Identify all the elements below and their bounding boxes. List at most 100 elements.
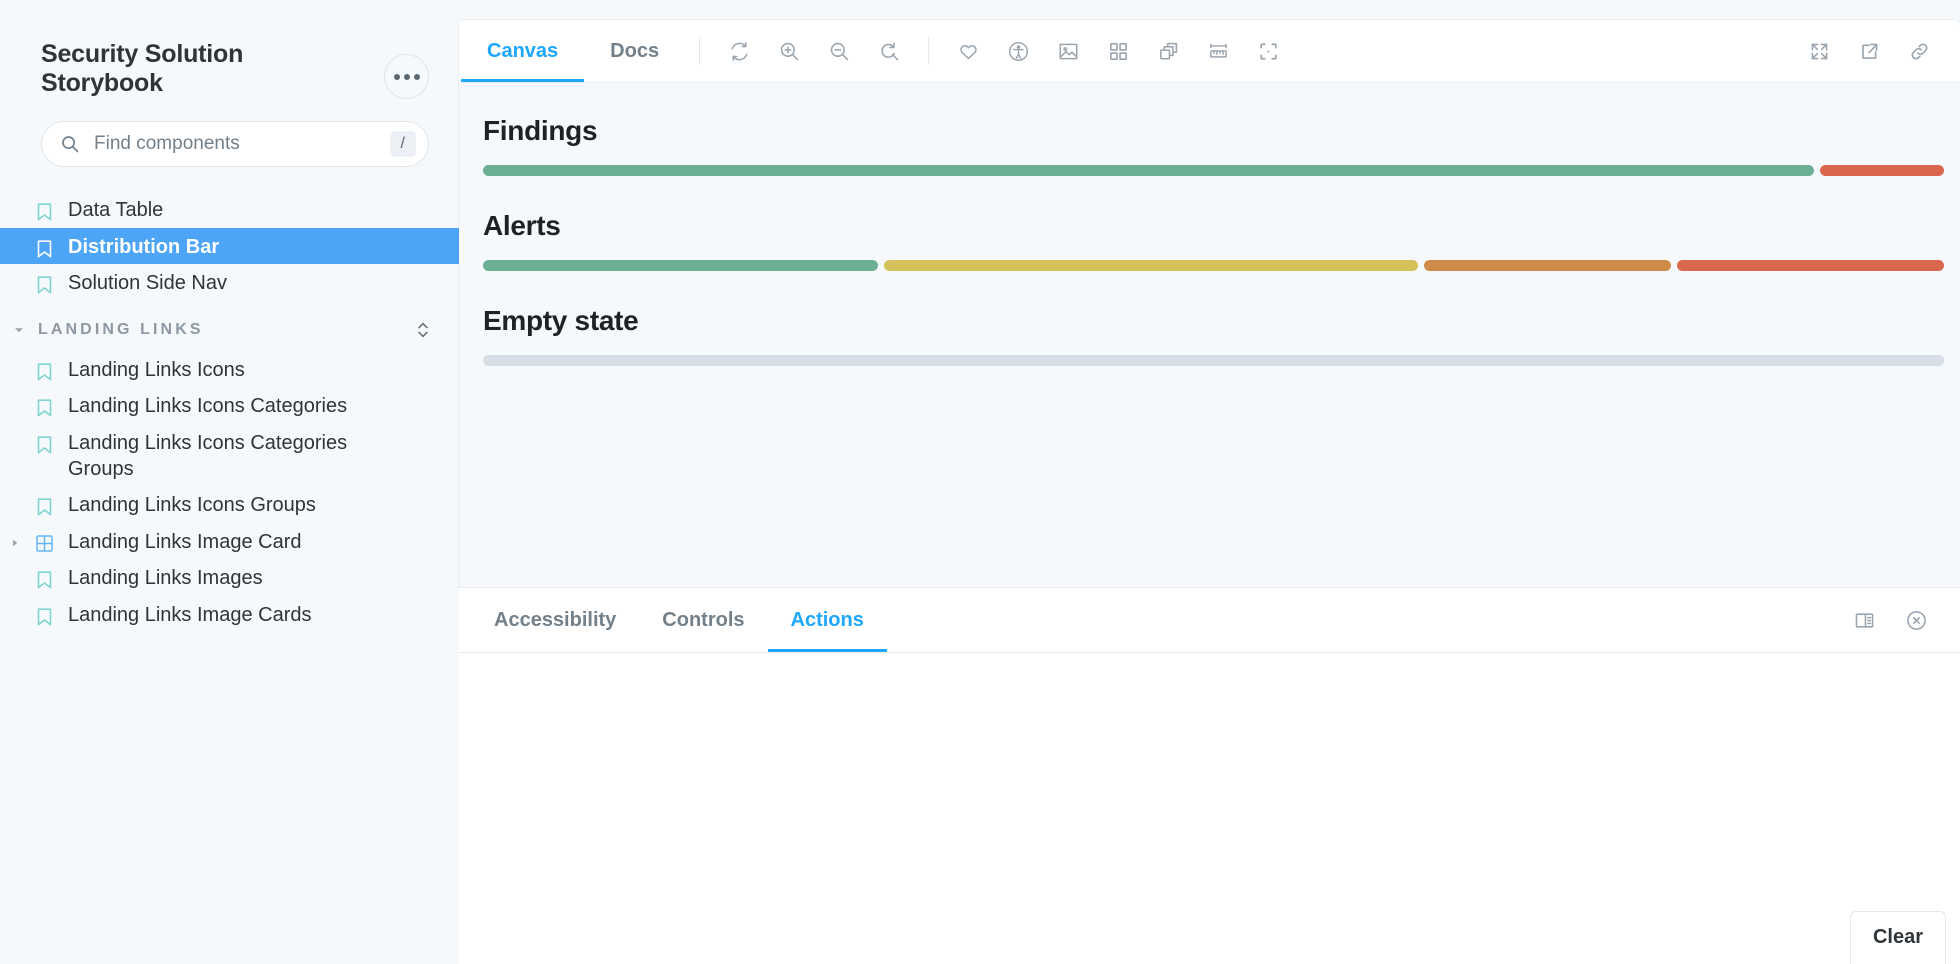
dot-2: [403, 73, 410, 80]
sidebar-item-label: Landing Links Image Card: [68, 530, 302, 553]
tab-canvas[interactable]: Canvas: [461, 20, 585, 82]
sidebar-item-label: Data Table: [68, 199, 164, 221]
close-panel-icon[interactable]: [1890, 588, 1942, 652]
sidebar-item-label: Landing Links Icons Groups: [68, 494, 316, 517]
bookmark-icon: [30, 490, 58, 517]
preview-card: Canvas Docs Findings Alerts Empty state: [459, 20, 1960, 587]
bookmark-icon: [30, 600, 58, 627]
caret-slot: [0, 355, 30, 365]
addon-right-controls: [1838, 588, 1960, 652]
dot-1: [393, 73, 400, 80]
chevron-right-icon[interactable]: [0, 527, 30, 549]
sidebar-item-landing-links-icons-categories[interactable]: Landing Links Icons Categories: [0, 387, 459, 424]
sidebar-group-label: LANDING LINKS: [38, 320, 204, 338]
open-new-tab-icon[interactable]: [1844, 20, 1894, 82]
component-tree: Data Table Distribution Bar Solution Sid…: [0, 191, 459, 964]
story-heading-empty-state: Empty state: [483, 305, 639, 336]
tab-accessibility-label: Accessibility: [494, 608, 617, 631]
panel-position-icon[interactable]: [1838, 588, 1890, 652]
caret-slot: [0, 600, 30, 610]
bar-segment: [1424, 260, 1672, 271]
distribution-bar-empty: [483, 355, 1944, 366]
accessibility-icon[interactable]: [993, 20, 1043, 82]
sidebar-group-landing-links[interactable]: LANDING LINKS: [0, 301, 459, 351]
layers-icon[interactable]: [1143, 20, 1193, 82]
sidebar-header: Security Solution Storybook: [0, 22, 459, 99]
bar-segment: [483, 355, 1944, 366]
tab-controls[interactable]: Controls: [639, 588, 767, 652]
ruler-icon[interactable]: [1193, 20, 1243, 82]
tab-actions-label: Actions: [790, 608, 864, 631]
search-icon: [60, 134, 80, 154]
caret-slot: [0, 232, 30, 242]
bar-segment: [483, 165, 1815, 176]
addon-tab-bar: Accessibility Controls Actions: [459, 588, 1960, 653]
sidebar-item-landing-links-images[interactable]: Landing Links Images: [0, 559, 459, 596]
zoom-out-icon[interactable]: [814, 20, 864, 82]
sidebar-title: Security Solution Storybook: [41, 40, 244, 98]
heart-icon[interactable]: [943, 20, 993, 82]
sidebar-item-distribution-bar[interactable]: Distribution Bar: [0, 227, 459, 265]
background-image-icon[interactable]: [1043, 20, 1093, 82]
component-grid-icon: [30, 527, 58, 553]
sidebar-item-label: Landing Links Image Cards: [68, 603, 312, 626]
outline-icon[interactable]: [1243, 20, 1293, 82]
bar-segment: [1677, 260, 1944, 271]
zoom-in-icon[interactable]: [764, 20, 814, 82]
bookmark-icon: [30, 428, 58, 455]
expand-collapse-icon[interactable]: [415, 319, 431, 341]
sidebar-item-solution-side-nav[interactable]: Solution Side Nav: [0, 264, 459, 301]
tab-controls-label: Controls: [662, 608, 745, 631]
tab-accessibility[interactable]: Accessibility: [471, 588, 639, 652]
zoom-reset-icon[interactable]: [864, 20, 914, 82]
bookmark-icon: [30, 268, 58, 295]
sidebar: Security Solution Storybook /: [0, 0, 459, 964]
search-input[interactable]: [92, 132, 378, 156]
main-area: Canvas Docs Findings Alerts Empty state …: [459, 0, 1960, 964]
caret-slot: [0, 428, 30, 438]
tab-docs-label: Docs: [610, 39, 660, 62]
toolbar-divider: [699, 37, 701, 65]
sidebar-item-landing-links-image-card[interactable]: Landing Links Image Card: [0, 523, 459, 560]
addon-panel-body: Clear: [459, 653, 1960, 964]
storybook-app: Security Solution Storybook /: [0, 0, 1960, 964]
clear-button[interactable]: Clear: [1849, 911, 1946, 964]
sidebar-menu-button[interactable]: [384, 54, 429, 99]
distribution-bar-alerts: [483, 260, 1944, 271]
fullscreen-icon[interactable]: [1794, 20, 1844, 82]
sidebar-item-landing-links-image-cards[interactable]: Landing Links Image Cards: [0, 596, 459, 633]
story-heading-findings: Findings: [483, 115, 598, 146]
sidebar-item-landing-links-icons-groups[interactable]: Landing Links Icons Groups: [0, 486, 459, 523]
bookmark-icon: [30, 195, 58, 222]
toolbar-icon-group-1: [714, 20, 914, 82]
copy-link-icon[interactable]: [1894, 20, 1944, 82]
caret-slot: [0, 268, 30, 278]
tab-actions[interactable]: Actions: [767, 588, 888, 652]
sidebar-item-label: Landing Links Icons Categories Groups: [68, 431, 348, 480]
sidebar-item-label: Landing Links Icons: [68, 358, 245, 381]
bookmark-icon: [30, 355, 58, 382]
search-container: /: [0, 99, 459, 167]
grid-icon[interactable]: [1093, 20, 1143, 82]
toolbar-icon-group-2: [943, 20, 1293, 82]
sidebar-item-landing-links-icons[interactable]: Landing Links Icons: [0, 351, 459, 388]
sidebar-item-data-table[interactable]: Data Table: [0, 191, 459, 228]
sidebar-item-label: Landing Links Images: [68, 567, 263, 590]
canvas-toolbar: Canvas Docs: [459, 20, 1960, 83]
sidebar-item-landing-links-icons-categories-groups[interactable]: Landing Links Icons Categories Groups: [0, 424, 459, 486]
search-shortcut-key: /: [389, 131, 416, 157]
caret-slot: [0, 490, 30, 500]
distribution-bar-findings: [483, 165, 1944, 176]
caret-slot: [0, 391, 30, 401]
caret-slot: [0, 195, 30, 205]
addon-panel: Accessibility Controls Actions Clear: [459, 587, 1960, 964]
tab-docs[interactable]: Docs: [584, 20, 685, 82]
remount-icon[interactable]: [714, 20, 764, 82]
sidebar-item-label: Landing Links Icons Categories: [68, 395, 348, 418]
bookmark-icon: [30, 563, 58, 590]
bar-segment: [483, 260, 879, 271]
tab-canvas-label: Canvas: [487, 39, 559, 62]
sidebar-item-label: Distribution Bar: [68, 235, 220, 258]
search-box[interactable]: /: [41, 121, 429, 167]
